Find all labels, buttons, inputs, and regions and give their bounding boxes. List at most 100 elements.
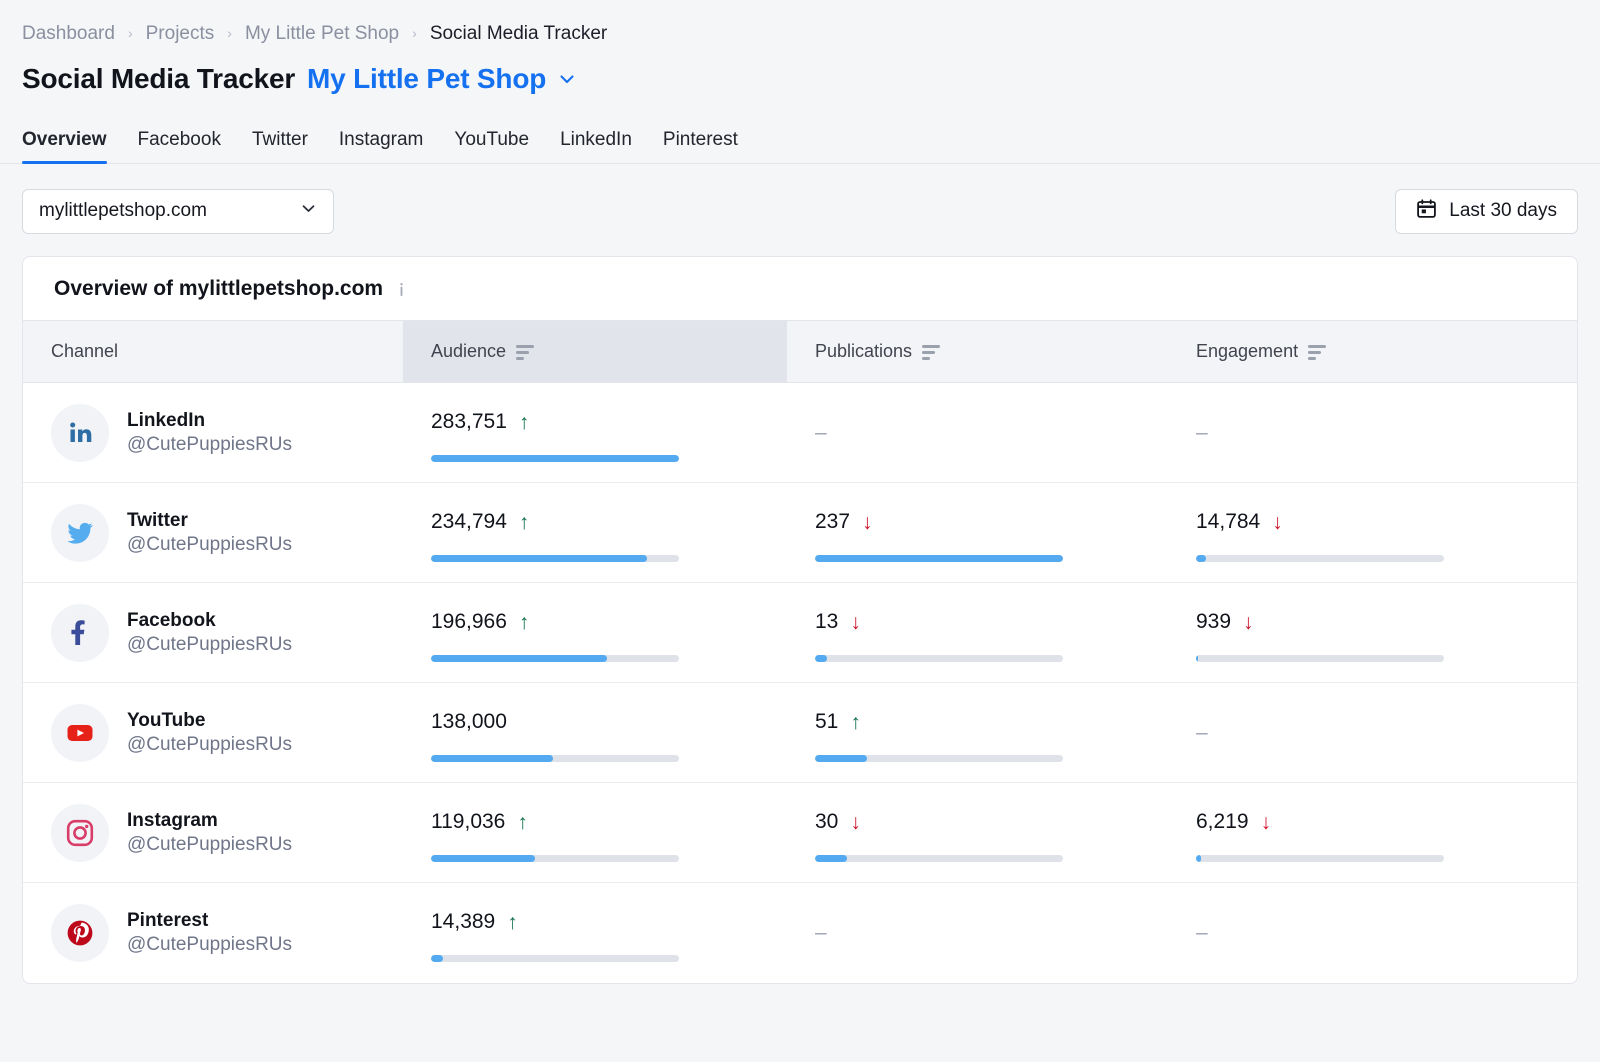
table-row[interactable]: Pinterest@CutePuppiesRUs 14,389 ↑ –– [23, 883, 1577, 983]
audience-value: 283,751 [431, 410, 507, 434]
publications-bar [815, 655, 1063, 662]
publications-value: 30 [815, 810, 838, 834]
publications-value: 13 [815, 610, 838, 634]
empty-value: – [1196, 722, 1577, 743]
table-row[interactable]: Instagram@CutePuppiesRUs119,036↑30↓6,219… [23, 783, 1577, 883]
audience-bar [431, 755, 679, 762]
engagement-value: 6,219 [1196, 810, 1249, 834]
table-row[interactable]: Facebook@CutePuppiesRUs196,966↑13↓939↓ [23, 583, 1577, 683]
channel-handle: @CutePuppiesRUs [127, 934, 292, 956]
tab-overview[interactable]: Overview [22, 129, 107, 163]
engagement-cell: 14,784↓ [1168, 483, 1577, 583]
tab-youtube[interactable]: YouTube [454, 129, 529, 163]
tab-linkedin[interactable]: LinkedIn [560, 129, 632, 163]
social-media-tracker-page: Dashboard › Projects › My Little Pet Shop › So… [0, 0, 1600, 1062]
engagement-bar [1196, 555, 1444, 562]
column-header-label: Engagement [1196, 341, 1298, 362]
channel-name: YouTube [127, 710, 292, 732]
engagement-cell: – [1168, 683, 1577, 783]
channel-name: Facebook [127, 610, 292, 632]
channel-cell: Instagram@CutePuppiesRUs [23, 783, 403, 883]
chevron-down-icon[interactable] [557, 69, 577, 89]
channel-handle: @CutePuppiesRUs [127, 734, 292, 756]
engagement-bar [1196, 655, 1444, 662]
publications-cell: 13 ↓ [787, 583, 1168, 683]
info-icon[interactable] [393, 281, 410, 298]
tab-twitter[interactable]: Twitter [252, 129, 308, 163]
table-header-row: ChannelAudiencePublicationsEngagement [23, 321, 1577, 383]
sort-icon[interactable] [922, 343, 940, 360]
trend-down-icon: ↓ [1243, 612, 1254, 633]
facebook-icon [51, 604, 109, 662]
audience-cell: 14,389 ↑ [403, 883, 787, 983]
audience-bar [431, 455, 679, 462]
audience-value: 14,389 [431, 910, 495, 934]
empty-value: – [1196, 422, 1577, 443]
trend-down-icon: ↓ [850, 812, 861, 833]
audience-value: 196,966 [431, 610, 507, 634]
trend-up-icon: ↑ [507, 912, 518, 933]
domain-select-value: mylittlepetshop.com [39, 200, 207, 222]
channel-name: Twitter [127, 510, 292, 532]
channel-name: Instagram [127, 810, 292, 832]
publications-cell: – [787, 383, 1168, 483]
breadcrumb-item-projects[interactable]: Projects [146, 23, 215, 45]
publications-cell: 51 ↑ [787, 683, 1168, 783]
column-header-audience[interactable]: Audience [403, 321, 787, 383]
column-header-label: Publications [815, 341, 912, 362]
publications-bar [815, 855, 1063, 862]
chevron-down-icon [299, 199, 318, 224]
youtube-icon [51, 704, 109, 762]
channel-cell: Facebook@CutePuppiesRUs [23, 583, 403, 683]
channel-name: Pinterest [127, 910, 292, 932]
trend-up-icon: ↑ [517, 812, 528, 833]
breadcrumb-separator: › [412, 25, 417, 41]
breadcrumb-separator: › [128, 25, 133, 41]
publications-cell: 30 ↓ [787, 783, 1168, 883]
page-title: Social Media Tracker [22, 63, 295, 95]
tab-facebook[interactable]: Facebook [138, 129, 221, 163]
sort-icon[interactable] [516, 343, 534, 360]
overview-card-title: Overview of mylittlepetshop.com [23, 257, 1577, 320]
channel-cell: Pinterest@CutePuppiesRUs [23, 883, 403, 983]
audience-bar [431, 555, 679, 562]
publications-value: 51 [815, 710, 838, 734]
twitter-icon [51, 504, 109, 562]
publications-bar [815, 755, 1063, 762]
calendar-icon [1416, 198, 1437, 225]
project-name-link[interactable]: My Little Pet Shop [307, 63, 546, 95]
instagram-icon [51, 804, 109, 862]
trend-up-icon: ↑ [519, 412, 530, 433]
audience-cell: 234,794↑ [403, 483, 787, 583]
audience-cell: 196,966↑ [403, 583, 787, 683]
column-header-publications[interactable]: Publications [787, 321, 1168, 383]
channel-handle: @CutePuppiesRUs [127, 434, 292, 456]
publications-cell: – [787, 883, 1168, 983]
date-range-button[interactable]: Last 30 days [1395, 189, 1578, 234]
table-row[interactable]: YouTube@CutePuppiesRUs138,00051↑– [23, 683, 1577, 783]
engagement-bar [1196, 855, 1444, 862]
table-row[interactable]: Twitter@CutePuppiesRUs234,794↑ 237 ↓ 14,784… [23, 483, 1577, 583]
trend-down-icon: ↓ [862, 512, 873, 533]
trend-down-icon: ↓ [850, 612, 861, 633]
tab-instagram[interactable]: Instagram [339, 129, 423, 163]
publications-value: 237 [815, 510, 850, 534]
column-header-engagement[interactable]: Engagement [1168, 321, 1577, 383]
breadcrumb-item-dashboard[interactable]: Dashboard [22, 23, 115, 45]
engagement-cell: – [1168, 883, 1577, 983]
breadcrumb-separator: › [227, 25, 232, 41]
channel-cell: LinkedIn@CutePuppiesRUs [23, 383, 403, 483]
table-row[interactable]: LinkedIn@CutePuppiesRUs 283,751 ↑ – – [23, 383, 1577, 483]
engagement-cell: 939↓ [1168, 583, 1577, 683]
breadcrumb-item-my-little-pet-shop[interactable]: My Little Pet Shop [245, 23, 399, 45]
channel-cell: Twitter@CutePuppiesRUs [23, 483, 403, 583]
sort-icon[interactable] [1308, 343, 1326, 360]
domain-select[interactable]: mylittlepetshop.com [22, 189, 334, 234]
date-range-label: Last 30 days [1449, 200, 1557, 222]
page-title-row: Social Media Tracker My Little Pet Shop [0, 50, 1600, 102]
audience-bar [431, 955, 679, 962]
channel-cell: YouTube@CutePuppiesRUs [23, 683, 403, 783]
tab-pinterest[interactable]: Pinterest [663, 129, 738, 163]
engagement-cell: 6,219↓ [1168, 783, 1577, 883]
trend-up-icon: ↑ [850, 712, 861, 733]
